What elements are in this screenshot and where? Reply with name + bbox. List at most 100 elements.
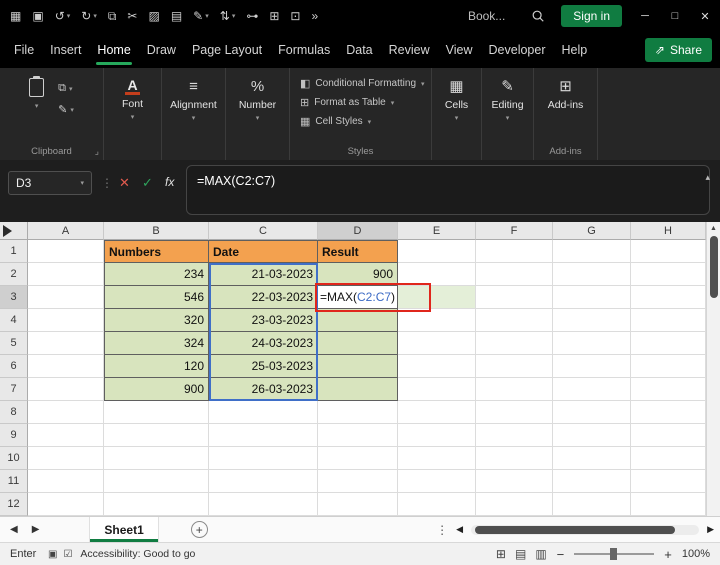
cell-G2[interactable] — [553, 263, 631, 286]
cell-C8[interactable] — [209, 401, 318, 424]
cell-C6[interactable]: 25-03-2023 — [209, 355, 318, 378]
table-icon[interactable]: ⊞ — [269, 9, 279, 23]
cell-F10[interactable] — [476, 447, 553, 470]
horizontal-scrollbar[interactable] — [471, 524, 700, 535]
col-header-D[interactable]: D — [318, 222, 398, 240]
cell-G7[interactable] — [553, 378, 631, 401]
close-button[interactable]: ✕ — [690, 0, 720, 32]
cell-B3[interactable]: 546 — [104, 286, 209, 309]
menu-review[interactable]: Review — [381, 32, 438, 68]
row-header-1[interactable]: 1 — [0, 240, 28, 263]
cell-D10[interactable] — [318, 447, 398, 470]
editing-group-button[interactable]: ✎ Editing ▾ — [482, 68, 534, 160]
col-header-F[interactable]: F — [476, 222, 553, 240]
add-sheet-button[interactable]: + — [190, 521, 208, 538]
cell-F6[interactable] — [476, 355, 553, 378]
row-header-12[interactable]: 12 — [0, 493, 28, 516]
cell-B5[interactable]: 324 — [104, 332, 209, 355]
share-button[interactable]: ⇗ Share — [644, 38, 712, 62]
cell-E2[interactable] — [398, 263, 476, 286]
format-painter-icon[interactable]: ✎ ▾ — [193, 9, 209, 23]
cell-A12[interactable] — [28, 493, 104, 516]
menu-insert[interactable]: Insert — [42, 32, 89, 68]
camera-icon[interactable]: ⊡ — [290, 9, 300, 23]
cell-F12[interactable] — [476, 493, 553, 516]
cell-H5[interactable] — [631, 332, 706, 355]
cell-D7[interactable] — [318, 378, 398, 401]
cell-A6[interactable] — [28, 355, 104, 378]
cell-F7[interactable] — [476, 378, 553, 401]
copy-icon[interactable]: ⧉ — [108, 9, 117, 24]
dialog-launcher-icon[interactable]: ⌟ — [95, 146, 99, 157]
picture-icon[interactable]: ▨ — [148, 9, 159, 23]
cell-G3[interactable] — [553, 286, 631, 309]
alignment-group-button[interactable]: ≡ Alignment ▾ — [162, 68, 226, 160]
cell-D1[interactable]: Result — [318, 240, 398, 263]
zoom-out-button[interactable]: − — [557, 547, 565, 562]
number-group-button[interactable]: % Number ▾ — [226, 68, 290, 160]
menu-draw[interactable]: Draw — [139, 32, 184, 68]
cell-A2[interactable] — [28, 263, 104, 286]
cell-E11[interactable] — [398, 470, 476, 493]
menu-home[interactable]: Home — [89, 32, 138, 68]
cell-C9[interactable] — [209, 424, 318, 447]
cell-B12[interactable] — [104, 493, 209, 516]
col-header-G[interactable]: G — [553, 222, 631, 240]
cell-A7[interactable] — [28, 378, 104, 401]
row-header-5[interactable]: 5 — [0, 332, 28, 355]
cell-H4[interactable] — [631, 309, 706, 332]
zoom-slider-thumb[interactable] — [610, 548, 618, 560]
cell-B7[interactable]: 900 — [104, 378, 209, 401]
cell-D9[interactable] — [318, 424, 398, 447]
cell-E10[interactable] — [398, 447, 476, 470]
col-header-E[interactable]: E — [398, 222, 476, 240]
cell-D8[interactable] — [318, 401, 398, 424]
cell-F3[interactable] — [476, 286, 553, 309]
sheet-tab-sheet1[interactable]: Sheet1 — [89, 517, 159, 542]
cell-B11[interactable] — [104, 470, 209, 493]
print-icon[interactable]: ▤ — [171, 9, 182, 23]
cell-A5[interactable] — [28, 332, 104, 355]
cell-B9[interactable] — [104, 424, 209, 447]
cell-F9[interactable] — [476, 424, 553, 447]
cell-H10[interactable] — [631, 447, 706, 470]
page-break-view-icon[interactable]: ▥ — [535, 547, 546, 561]
sign-in-button[interactable]: Sign in — [561, 5, 622, 27]
vertical-scroll-thumb[interactable] — [710, 236, 718, 298]
accessibility-status[interactable]: Accessibility: Good to go — [80, 548, 195, 560]
zoom-in-button[interactable]: + — [664, 547, 672, 562]
cell-styles-button[interactable]: ▦ Cell Styles ▾ — [300, 115, 431, 128]
cell-E3[interactable] — [398, 286, 476, 309]
col-header-A[interactable]: A — [28, 222, 104, 240]
name-box[interactable]: D3 ▾ — [8, 171, 92, 195]
cell-D4[interactable] — [318, 309, 398, 332]
cell-D2[interactable]: 900 — [318, 263, 398, 286]
col-header-B[interactable]: B — [104, 222, 209, 240]
cell-D6[interactable] — [318, 355, 398, 378]
cell-F5[interactable] — [476, 332, 553, 355]
undo-icon[interactable]: ↺ ▾ — [55, 9, 71, 23]
row-header-6[interactable]: 6 — [0, 355, 28, 378]
cell-H12[interactable] — [631, 493, 706, 516]
cell-D5[interactable] — [318, 332, 398, 355]
cell-H11[interactable] — [631, 470, 706, 493]
cell-G4[interactable] — [553, 309, 631, 332]
menu-file[interactable]: File — [6, 32, 42, 68]
search-icon[interactable] — [531, 9, 545, 23]
cell-C5[interactable]: 24-03-2023 — [209, 332, 318, 355]
cell-G12[interactable] — [553, 493, 631, 516]
cell-E5[interactable] — [398, 332, 476, 355]
macro-record-icon[interactable]: ▣ — [48, 549, 57, 560]
link-icon[interactable]: ⊶ — [246, 9, 258, 23]
cells-group-button[interactable]: ▦ Cells ▾ — [432, 68, 482, 160]
cell-D12[interactable] — [318, 493, 398, 516]
cell-C12[interactable] — [209, 493, 318, 516]
cell-H6[interactable] — [631, 355, 706, 378]
cell-E4[interactable] — [398, 309, 476, 332]
hscroll-left-icon[interactable]: ◀ — [456, 524, 463, 535]
zoom-slider[interactable] — [574, 548, 655, 560]
cancel-button[interactable]: ✕ — [119, 175, 130, 191]
cell-E12[interactable] — [398, 493, 476, 516]
collapse-formula-bar-icon[interactable]: ▴ — [705, 172, 710, 183]
cell-A8[interactable] — [28, 401, 104, 424]
